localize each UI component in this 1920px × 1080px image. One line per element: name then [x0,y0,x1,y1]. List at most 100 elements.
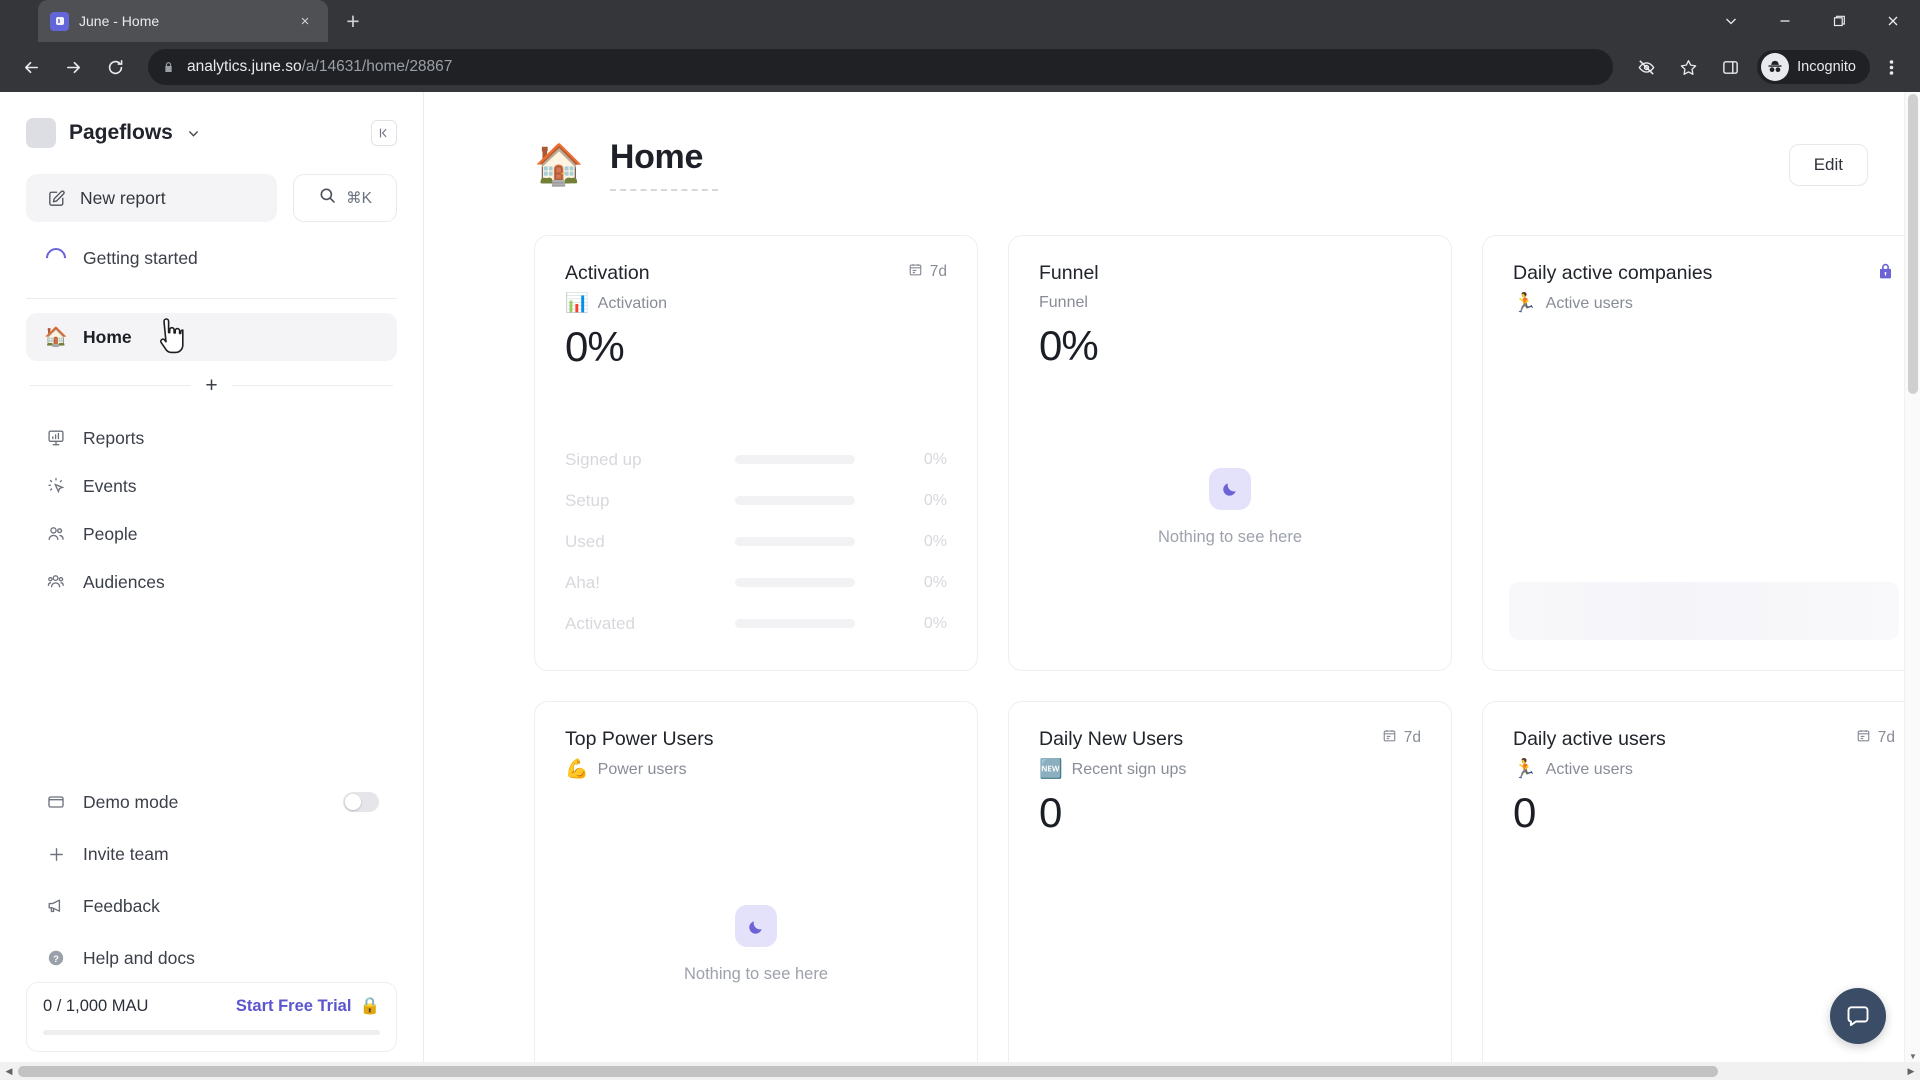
funnel-step-bar [735,496,855,505]
calendar-icon [908,262,923,282]
forward-icon[interactable] [54,48,92,86]
title-underline [609,189,718,191]
profile-chip[interactable]: Incognito [1757,50,1870,84]
funnel-step-label: Activated [565,613,635,633]
house-icon: 🏠 [44,326,68,348]
sidebar-item-label: Audiences [83,571,165,592]
bookmark-star-icon[interactable] [1669,48,1707,86]
start-free-trial-label: Start Free Trial [235,997,352,1015]
megaphone-icon [44,896,68,916]
plus-icon[interactable]: + [205,375,217,396]
card-stat-value: 0% [1039,322,1099,369]
sidebar-item-invite-team[interactable]: Invite team [26,830,397,878]
sidebar-item-reports[interactable]: Reports [26,414,397,462]
browser-tab[interactable]: June - Home × [38,0,328,42]
sidebar: Pageflows New report ⌘K Getting started … [0,92,424,1080]
card-daily-active-companies[interactable]: Daily active companies 🏃 Active users [1482,235,1920,671]
search-button[interactable]: ⌘K [293,174,397,222]
browser-menu-icon[interactable] [1874,48,1908,86]
funnel-step-pct: 0% [923,532,947,550]
sidebar-item-events[interactable]: Events [26,462,397,510]
house-icon: 🏠 [534,142,584,187]
page-header: 🏠 Home Edit [534,138,1868,191]
funnel-step-bar [735,537,855,546]
sidebar-item-getting-started[interactable]: Getting started [26,234,397,282]
lock-icon[interactable] [1876,262,1895,281]
chat-launcher-button[interactable] [1830,988,1886,1044]
new-tab-button[interactable]: + [336,4,370,38]
edit-pencil-icon [44,189,68,208]
close-window-icon[interactable] [1866,0,1920,42]
scroll-left-arrow-icon[interactable]: ◀ [0,1062,18,1080]
scroll-right-arrow-icon[interactable]: ▶ [1902,1062,1920,1080]
funnel-step-label: Aha! [565,572,600,592]
card-period[interactable]: 7d [1382,728,1421,748]
sidebar-item-feedback[interactable]: Feedback [26,882,397,930]
funnel-step-pct: 0% [923,450,947,468]
chevron-down-icon[interactable] [186,126,201,141]
card-title: Activation [565,262,650,284]
page-title: Home [609,138,704,176]
search-icon [318,186,337,210]
card-subtitle: Funnel [1039,294,1088,311]
demo-mode-toggle[interactable] [343,792,379,812]
empty-state: Nothing to see here [565,779,947,1080]
back-icon[interactable] [12,48,50,86]
sidebar-item-label: Home [83,326,132,347]
card-subtitle: Recent sign ups [1071,760,1187,778]
url-text: analytics.june.so/a/14631/home/28867 [187,58,452,76]
edit-button[interactable]: Edit [1788,143,1868,186]
card-top-power-users[interactable]: Top Power Users 💪 Power users Nothing to… [534,701,978,1080]
mau-progress-bar [43,1030,380,1035]
sidebar-item-demo-mode[interactable]: Demo mode [26,778,397,826]
sidebar-item-home[interactable]: 🏠 Home [26,313,397,361]
vertical-scrollbar[interactable]: ▲ ▼ [1904,92,1920,1064]
card-funnel[interactable]: Funnel Funnel 0% Nothing to see here [1008,235,1452,671]
close-tab-icon[interactable]: × [294,10,316,32]
horizontal-scrollbar-track[interactable] [18,1062,1902,1080]
sidebar-item-people[interactable]: People [26,510,397,558]
card-title: Top Power Users [565,728,714,750]
third-party-cookie-blocked-icon[interactable] [1627,48,1665,86]
funnel-step-pct: 0% [923,614,947,632]
start-free-trial-button[interactable]: Start Free Trial 🔒 [236,997,380,1016]
card-daily-new-users[interactable]: Daily New Users 🆕 Recent sign ups 7d 0 [1008,701,1452,1080]
moon-icon [735,905,777,947]
sidebar-item-label: Invite team [83,843,169,864]
demo-mode-icon [44,792,68,812]
horizontal-scrollbar[interactable]: ◀ ▶ [0,1062,1920,1080]
card-period[interactable]: 7d [908,262,947,282]
horizontal-scrollbar-thumb[interactable] [18,1066,1718,1077]
card-subtitle: Activation [597,294,668,312]
minimize-icon[interactable] [1758,0,1812,42]
new-report-button[interactable]: New report [26,174,277,222]
toolbar-icons: Incognito [1627,48,1908,86]
side-panel-icon[interactable] [1711,48,1749,86]
reports-icon [44,428,68,448]
card-stat-value: 0 [1039,789,1062,836]
chevron-down-icon[interactable] [1704,0,1758,42]
card-period-label: 7d [1403,729,1421,746]
workspace-logo [26,118,56,148]
empty-state: Nothing to see here [1039,370,1421,644]
reload-icon[interactable] [96,48,134,86]
card-subtitle: Active users [1545,760,1633,778]
sidebar-item-audiences[interactable]: Audiences [26,558,397,606]
maximize-icon[interactable] [1812,0,1866,42]
card-period[interactable]: 7d [1856,728,1895,748]
svg-text:?: ? [53,954,59,965]
browser-window: June - Home × + analytics.june.so/a/1463… [0,0,1920,1080]
workspace-switcher[interactable]: Pageflows [26,92,397,166]
add-section-divider[interactable]: + [30,375,394,396]
funnel-step-pct: 0% [923,491,947,509]
browser-toolbar: analytics.june.so/a/14631/home/28867 Inc… [0,42,1920,92]
mau-usage-card: 0 / 1,000 MAU Start Free Trial 🔒 [26,982,397,1052]
card-activation[interactable]: Activation 📊 Activation 7d 0% Signed up … [534,235,978,671]
empty-state-text: Nothing to see here [683,965,828,983]
address-bar[interactable]: analytics.june.so/a/14631/home/28867 [148,49,1614,85]
collapse-sidebar-button[interactable] [371,120,397,146]
vertical-scrollbar-thumb[interactable] [1908,94,1918,394]
bar-chart-icon: 📊 [565,293,589,314]
sidebar-item-help-and-docs[interactable]: ? Help and docs [26,934,397,982]
progress-ring-icon [41,243,71,273]
